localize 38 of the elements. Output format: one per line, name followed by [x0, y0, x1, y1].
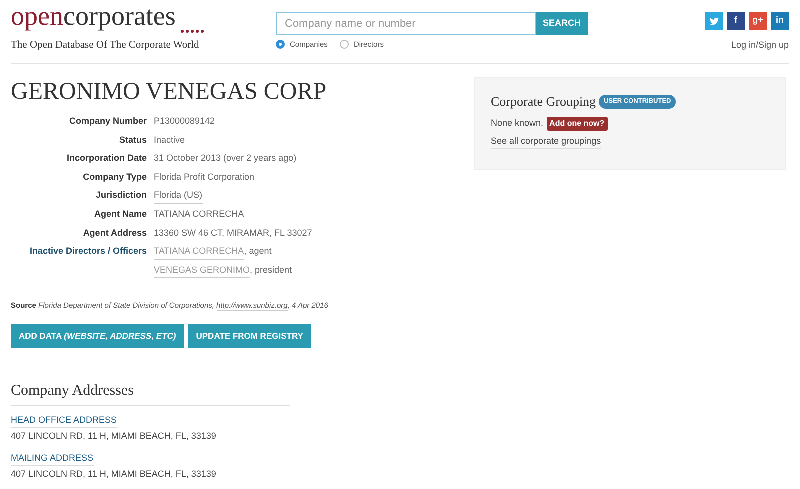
fact-value: Inactive [154, 134, 186, 147]
company-name: GERONIMO VENEGAS CORP [11, 78, 328, 106]
radio-button[interactable] [276, 40, 285, 50]
address-text: 407 LINCOLN RD, 11 H, MIAMI BEACH, FL, 33139 [11, 468, 216, 482]
groupings-link[interactable]: See all corporate groupings [491, 134, 602, 149]
fact-label: Incorporation Date [66, 152, 147, 166]
fact-value: Florida Profit Corporation [154, 170, 255, 184]
officer-role: , president [250, 264, 292, 277]
radio-button[interactable] [340, 40, 349, 50]
tagline: The Open Database Of The Corporate World [11, 39, 200, 53]
social-button[interactable] [705, 12, 723, 30]
fact-value: 31 October 2013 (over 2 years ago) [154, 152, 297, 166]
fact-label: Inactive Directors / Officers [30, 245, 147, 258]
address-text: 407 LINCOLN RD, 11 H, MIAMI BEACH, FL, 33139 [11, 430, 216, 444]
address-type-link[interactable]: HEAD OFFICE ADDRESS [11, 414, 118, 428]
section-title: Company Addresses [11, 382, 135, 402]
fact-value: TATIANA CORRECHA [154, 208, 244, 221]
panel-title: Corporate Grouping [491, 93, 596, 111]
fact-label: Company Type [83, 170, 147, 184]
fact-label: Company Number [69, 115, 147, 128]
fact-label: Status [119, 134, 147, 147]
logo[interactable]: opencorporates [11, 2, 176, 30]
social-button[interactable]: f [727, 12, 745, 30]
social-button[interactable]: g+ [749, 12, 767, 30]
login-link[interactable]: Log in/Sign up [731, 39, 789, 52]
none-known-text: None known. [491, 116, 544, 130]
fact-value: P13000089142 [154, 115, 216, 128]
officer-role: , agent [244, 245, 272, 258]
add-one-button[interactable]: Add one now? [546, 116, 608, 130]
jurisdiction-link[interactable]: Florida (US) [154, 189, 203, 204]
fact-label: Agent Name [94, 208, 147, 221]
search-field[interactable]: Company name or number [276, 12, 536, 35]
social-button[interactable]: in [771, 12, 789, 30]
fact-value: 13360 SW 46 CT, MIRAMAR, FL 33027 [154, 226, 312, 240]
bird-icon [710, 16, 718, 26]
fact-label: Jurisdiction [96, 189, 147, 202]
fact-label: Agent Address [83, 226, 147, 240]
address-type-link[interactable]: MAILING ADDRESS [11, 452, 94, 466]
